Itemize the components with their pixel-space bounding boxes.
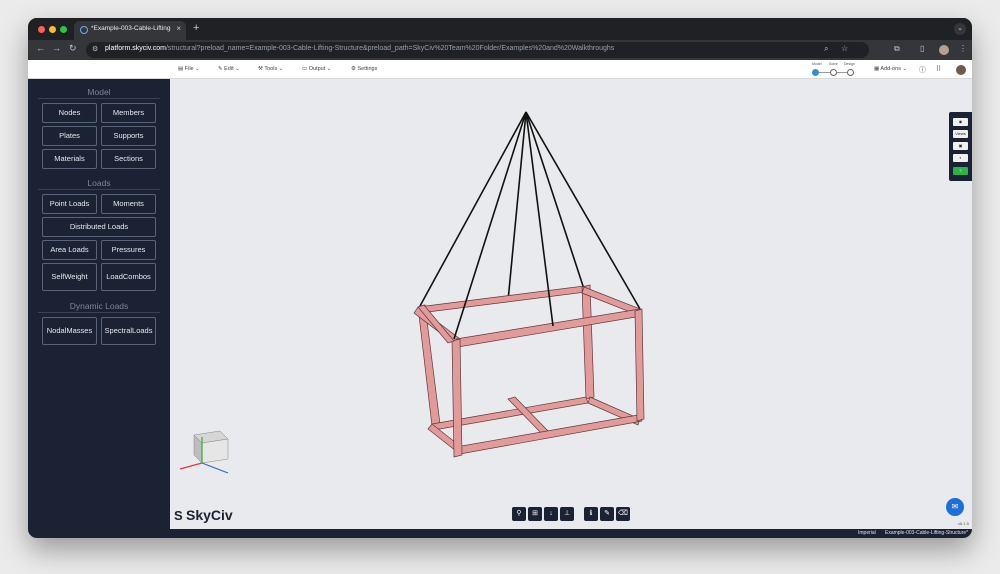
- step-label-solve: Solve: [829, 62, 838, 66]
- left-sidebar: Model Nodes Members Plates Supports Mate…: [28, 79, 170, 538]
- structure-render: [179, 111, 645, 474]
- extensions-icon[interactable]: ⧉: [894, 44, 900, 54]
- help-circle-icon[interactable]: ⓘ: [919, 65, 926, 75]
- side-panel-icon[interactable]: ▯: [920, 44, 924, 53]
- supports-button[interactable]: Supports: [101, 126, 156, 146]
- maximize-window-button[interactable]: [60, 26, 67, 33]
- dynamic-loads-heading: Dynamic Loads: [69, 301, 129, 311]
- chat-support-icon[interactable]: ✉: [946, 498, 964, 516]
- zoom-search-icon[interactable]: ⌕: [824, 44, 828, 54]
- step-model-node[interactable]: [812, 69, 819, 76]
- model-divider: [38, 98, 160, 99]
- model-heading: Model: [87, 87, 111, 97]
- moments-button[interactable]: Moments: [101, 194, 156, 214]
- materials-button[interactable]: Materials: [42, 149, 97, 169]
- nodal-masses-button[interactable]: Nodal Masses: [42, 317, 97, 345]
- loads-heading: Loads: [87, 178, 111, 188]
- close-window-button[interactable]: [38, 26, 45, 33]
- skyciv-favicon-icon: [80, 26, 88, 34]
- step-label-design: Design: [844, 62, 855, 66]
- eraser-icon[interactable]: ⌫: [616, 507, 630, 521]
- distributed-loads-button[interactable]: Distributed Loads: [42, 217, 156, 237]
- pencil-icon[interactable]: ✎: [600, 507, 614, 521]
- dynamic-divider: [38, 312, 160, 313]
- menu-settings[interactable]: ⚙ Settings: [351, 66, 377, 72]
- tab-search-button[interactable]: ⌄: [954, 23, 966, 35]
- units-label[interactable]: Imperial: [858, 530, 876, 536]
- step-solve-node[interactable]: [830, 69, 837, 76]
- spectral-loads-button[interactable]: Spectral Loads: [101, 317, 156, 345]
- back-icon[interactable]: ←: [36, 43, 45, 53]
- forward-icon[interactable]: →: [52, 43, 61, 53]
- support-tool-icon[interactable]: ⊥: [560, 507, 574, 521]
- menu-file[interactable]: ▤ File ⌄: [178, 66, 200, 72]
- site-info-icon[interactable]: ⚙: [92, 45, 98, 53]
- bookmark-star-icon[interactable]: ☆: [841, 44, 848, 53]
- user-avatar[interactable]: [956, 65, 966, 75]
- visibility-eye-icon[interactable]: ◉: [953, 118, 968, 126]
- model-name-label: Example-003-Cable-Lifting-Structure*: [885, 530, 969, 536]
- members-button[interactable]: Members: [101, 103, 156, 123]
- address-bar[interactable]: ⚙ platform.skyciv.com/structural?preload…: [86, 42, 869, 58]
- apps-grid-icon[interactable]: ⠿: [936, 65, 941, 73]
- info-icon[interactable]: ℹ: [584, 507, 598, 521]
- tab-title: *Example-003-Cable-Lifting-Structure - S…: [91, 25, 171, 32]
- grid-tool-icon[interactable]: ⊞: [528, 507, 542, 521]
- browser-window: *Example-003-Cable-Lifting-Structure - S…: [28, 18, 972, 538]
- view-cube[interactable]: [179, 430, 229, 474]
- loads-divider: [38, 189, 160, 190]
- plates-button[interactable]: Plates: [42, 126, 97, 146]
- menu-addons[interactable]: ▦ Add-ons ⌄: [874, 66, 907, 72]
- point-loads-button[interactable]: Point Loads: [42, 194, 97, 214]
- skyciv-app: ▤ File ⌄ ✎ Edit ⌄ ⚒ Tools ⌄ ▭ Output ⌄ ⚙…: [28, 60, 972, 538]
- workflow-stepper: Model Solve Design: [810, 62, 860, 78]
- browser-tab-active[interactable]: *Example-003-Cable-Lifting-Structure - S…: [74, 21, 186, 40]
- url-text[interactable]: platform.skyciv.com/structural?preload_n…: [105, 45, 614, 52]
- menu-tools[interactable]: ⚒ Tools ⌄: [258, 66, 283, 72]
- step-design-node[interactable]: [847, 69, 854, 76]
- load-arrow-icon[interactable]: ↓: [544, 507, 558, 521]
- help-icon[interactable]: ?: [953, 167, 968, 175]
- reload-icon[interactable]: ↻: [69, 43, 77, 54]
- version-label: v6.1.5: [958, 521, 969, 526]
- app-menubar: ▤ File ⌄ ✎ Edit ⌄ ⚒ Tools ⌄ ▭ Output ⌄ ⚙…: [28, 60, 972, 79]
- model-viewport[interactable]: [170, 79, 972, 529]
- status-bar: Imperial Example-003-Cable-Lifting-Struc…: [170, 529, 972, 538]
- self-weight-button[interactable]: Self Weight: [42, 263, 97, 291]
- tab-close-icon[interactable]: ×: [176, 24, 181, 33]
- views-button[interactable]: Views: [953, 130, 968, 138]
- pressures-button[interactable]: Pressures: [101, 240, 156, 260]
- steel-frame: [413, 284, 645, 458]
- right-toolbar: ◉ Views ▣ ◐ ?: [949, 112, 972, 181]
- nodes-button[interactable]: Nodes: [42, 103, 97, 123]
- browser-menu-icon[interactable]: ⋮: [959, 44, 967, 53]
- area-loads-button[interactable]: Area Loads: [42, 240, 97, 260]
- load-combos-button[interactable]: Load Combos: [101, 263, 156, 291]
- new-tab-button[interactable]: +: [193, 22, 199, 34]
- tab-strip: *Example-003-Cable-Lifting-Structure - S…: [28, 18, 972, 40]
- select-tool-icon[interactable]: ⚲: [512, 507, 526, 521]
- menu-edit[interactable]: ✎ Edit ⌄: [218, 66, 240, 72]
- render-mode-icon[interactable]: ◐: [953, 154, 968, 162]
- menu-output[interactable]: ▭ Output ⌄: [302, 66, 331, 72]
- profile-avatar[interactable]: [939, 45, 949, 55]
- sections-button[interactable]: Sections: [101, 149, 156, 169]
- camera-icon[interactable]: ▣: [953, 142, 968, 150]
- minimize-window-button[interactable]: [49, 26, 56, 33]
- browser-toolbar: ← → ↻ ⚙ platform.skyciv.com/structural?p…: [28, 40, 972, 60]
- step-label-model: Model: [812, 62, 822, 66]
- skyciv-logo-icon: S: [174, 508, 183, 523]
